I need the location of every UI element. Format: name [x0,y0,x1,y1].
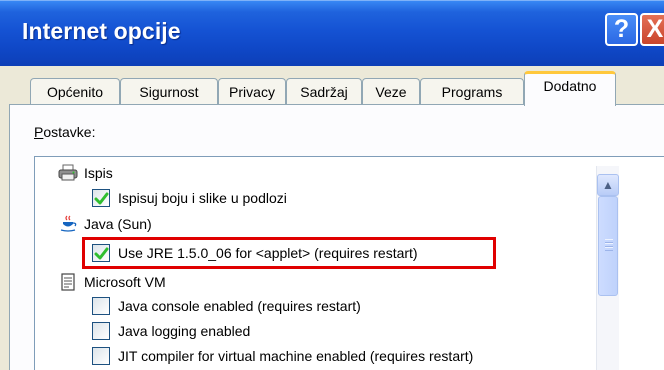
tab-label: Sadržaj [300,83,348,100]
option-java-console[interactable]: Java console enabled (requires restart) [92,295,361,317]
option-label: Use JRE 1.5.0_06 for <applet> (requires … [118,245,418,261]
vertical-scrollbar[interactable]: ▲ [596,166,619,370]
option-label: Java console enabled (requires restart) [118,298,361,314]
tab-privacy[interactable]: Privacy [218,78,286,104]
checkbox-checked[interactable] [92,189,110,207]
tab-opcenito[interactable]: Općenito [30,78,120,104]
category-label: Microsoft VM [84,274,166,290]
option-java-logging[interactable]: Java logging enabled [92,320,250,342]
help-button[interactable]: ? [605,13,638,46]
tab-dodatno[interactable]: Dodatno [524,71,616,106]
category-microsoft-vm[interactable]: Microsoft VM [58,271,166,293]
tab-label: Općenito [46,83,104,100]
close-button[interactable]: X [640,13,664,46]
window-title: Internet opcije [22,18,181,44]
settings-section-label: Postavke: [34,124,95,140]
category-ispis[interactable]: Ispis [58,162,113,184]
scroll-up-button[interactable]: ▲ [597,174,619,196]
tab-label: Programs [441,83,503,100]
tab-label: Sigurnost [139,83,199,100]
checkbox-checked[interactable] [92,244,110,262]
tab-sadrzaj[interactable]: Sadržaj [286,78,362,104]
section-label-rest: ostavke: [43,124,96,140]
checkbox-unchecked[interactable] [92,322,110,340]
document-icon [58,273,78,291]
help-icon: ? [613,15,630,43]
scroll-grip-line [605,247,613,251]
tab-sigurnost[interactable]: Sigurnost [120,78,218,104]
category-java-sun[interactable]: Java (Sun) [58,213,152,235]
tab-label: Veze [375,83,407,100]
tab-label: Privacy [229,83,275,100]
chevron-up-icon: ▲ [602,178,614,192]
option-label: Ispisuj boju i slike u podlozi [118,190,287,206]
option-print-background[interactable]: Ispisuj boju i slike u podlozi [92,187,287,209]
java-icon [58,215,78,233]
checkbox-unchecked[interactable] [92,297,110,315]
title-bar[interactable]: Internet opcije ? X [0,0,664,66]
scroll-thumb[interactable] [598,196,618,296]
tab-label: Dodatno [543,78,597,94]
option-jit-compiler[interactable]: JIT compiler for virtual machine enabled… [92,345,473,367]
tab-veze[interactable]: Veze [362,78,420,104]
checkbox-unchecked[interactable] [92,347,110,365]
close-icon: X [646,15,664,43]
tab-programs[interactable]: Programs [420,78,524,104]
option-use-jre[interactable]: Use JRE 1.5.0_06 for <applet> (requires … [92,242,418,264]
category-label: Java (Sun) [84,216,152,232]
access-key-char: P [34,124,44,140]
option-label: JIT compiler for virtual machine enabled… [118,348,474,364]
option-label: Java logging enabled [118,323,251,339]
category-label: Ispis [84,165,113,181]
printer-icon [58,164,78,182]
